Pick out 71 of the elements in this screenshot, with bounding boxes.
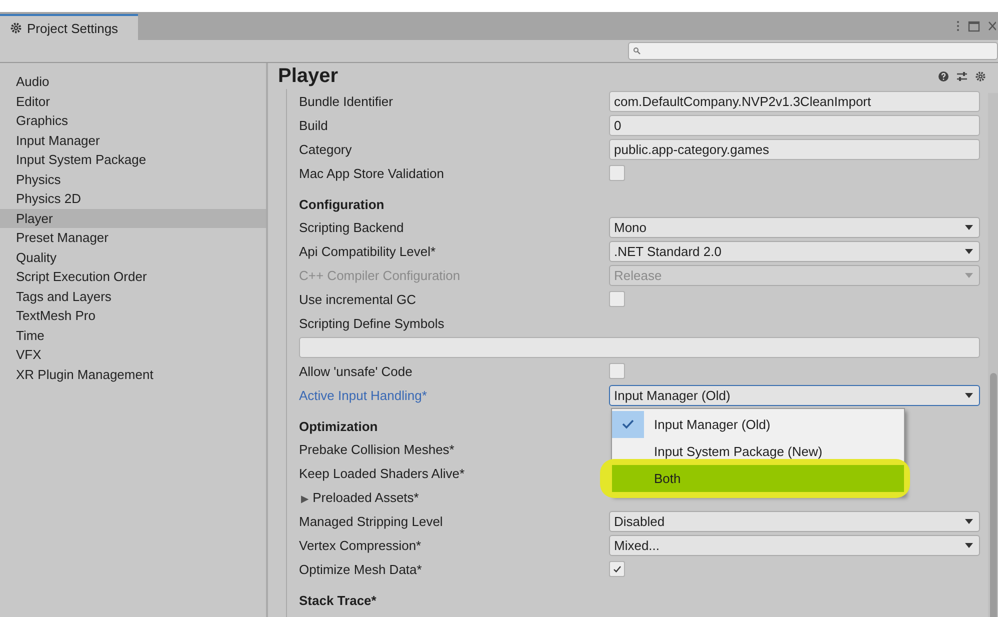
more-options-icon[interactable] — [956, 20, 960, 32]
sidebar-item[interactable]: Physics — [0, 170, 266, 189]
sidebar-item[interactable]: Physics 2D — [0, 189, 266, 208]
field-label: Api Compatibility Level* — [299, 244, 437, 258]
sidebar-item[interactable]: Time — [0, 326, 266, 345]
sidebar-item[interactable]: Player — [0, 208, 266, 228]
text-field[interactable]: public.app-category.games — [609, 138, 980, 160]
panel-title: Player — [278, 64, 338, 88]
checkbox[interactable] — [609, 363, 625, 379]
sidebar-item[interactable]: VFX — [0, 345, 266, 364]
field-label: Scripting Backend — [299, 220, 405, 234]
caret-icon — [965, 224, 973, 230]
sidebar-item[interactable]: Editor — [0, 92, 266, 111]
field-label: Keep Loaded Shaders Alive* — [299, 466, 466, 480]
sidebar-item[interactable]: Script Execution Order — [0, 267, 266, 286]
caret-icon — [965, 542, 973, 548]
search-field[interactable] — [628, 42, 998, 60]
sidebar-item[interactable]: Quality — [0, 248, 266, 267]
foldout-toggle[interactable]: ▶ Preloaded Assets* — [299, 490, 419, 504]
field-label: Prebake Collision Meshes* — [299, 442, 456, 456]
scrollbar-thumb[interactable] — [990, 373, 997, 617]
field-label: Build — [299, 118, 329, 132]
checkbox[interactable] — [609, 561, 625, 577]
menu-item[interactable]: Both — [612, 464, 904, 492]
search-icon — [633, 47, 641, 55]
checkbox[interactable] — [609, 165, 625, 181]
maximize-icon[interactable] — [968, 20, 980, 32]
section-heading: Stack Trace* — [299, 593, 376, 608]
caret-icon — [965, 518, 973, 524]
field-label: Bundle Identifier — [299, 94, 394, 108]
section-heading: Configuration — [299, 197, 384, 212]
dropdown[interactable]: Disabled — [609, 510, 980, 532]
settings-icon[interactable] — [975, 70, 986, 82]
sidebar-item[interactable]: Input System Package — [0, 150, 266, 170]
caret-icon — [965, 392, 973, 398]
sidebar-item[interactable]: TextMesh Pro — [0, 306, 266, 326]
caret-icon — [965, 272, 973, 278]
window-tab[interactable]: Project Settings — [0, 14, 138, 40]
sidebar-item[interactable]: XR Plugin Management — [0, 364, 266, 384]
check-icon — [621, 418, 635, 430]
field-label: Scripting Define Symbols — [299, 316, 446, 330]
dropdown[interactable]: Mono — [609, 216, 980, 238]
sidebar-item[interactable]: Graphics — [0, 111, 266, 130]
text-field[interactable]: 0 — [609, 114, 980, 136]
close-icon[interactable] — [988, 21, 996, 31]
gear-icon — [10, 22, 22, 34]
caret-icon — [965, 248, 973, 254]
field-label: Category — [299, 142, 353, 156]
sidebar-item[interactable]: Input Manager — [0, 130, 266, 150]
field-label: Mac App Store Validation — [299, 166, 446, 180]
menu-item[interactable]: Input Manager (Old) — [612, 410, 904, 438]
menu-item[interactable]: Input System Package (New) — [612, 438, 904, 464]
text-field[interactable] — [299, 336, 980, 358]
dropdown[interactable]: .NET Standard 2.0 — [609, 240, 980, 262]
section-heading: Optimization — [299, 419, 378, 434]
field-label: Managed Stripping Level — [299, 514, 444, 528]
sidebar-item[interactable]: Tags and Layers — [0, 286, 266, 306]
dropdown[interactable]: Mixed... — [609, 534, 980, 556]
help-icon[interactable] — [938, 70, 949, 82]
field-label: Optimize Mesh Data* — [299, 562, 423, 576]
dropdown[interactable]: Input Manager (Old) — [609, 384, 980, 406]
field-label: Active Input Handling* — [299, 388, 428, 402]
sliders-icon[interactable] — [956, 70, 968, 82]
field-label: Allow 'unsafe' Code — [299, 364, 414, 378]
field-label: Vertex Compression* — [299, 538, 422, 552]
checkbox[interactable] — [609, 291, 625, 307]
sidebar-item[interactable]: Audio — [0, 72, 266, 92]
text-field[interactable]: com.DefaultCompany.NVP2v1.3CleanImport — [609, 90, 980, 112]
field-label: Use incremental GC — [299, 292, 418, 306]
sidebar-item[interactable]: Preset Manager — [0, 228, 266, 248]
field-label: C++ Compiler Configuration — [299, 268, 462, 282]
